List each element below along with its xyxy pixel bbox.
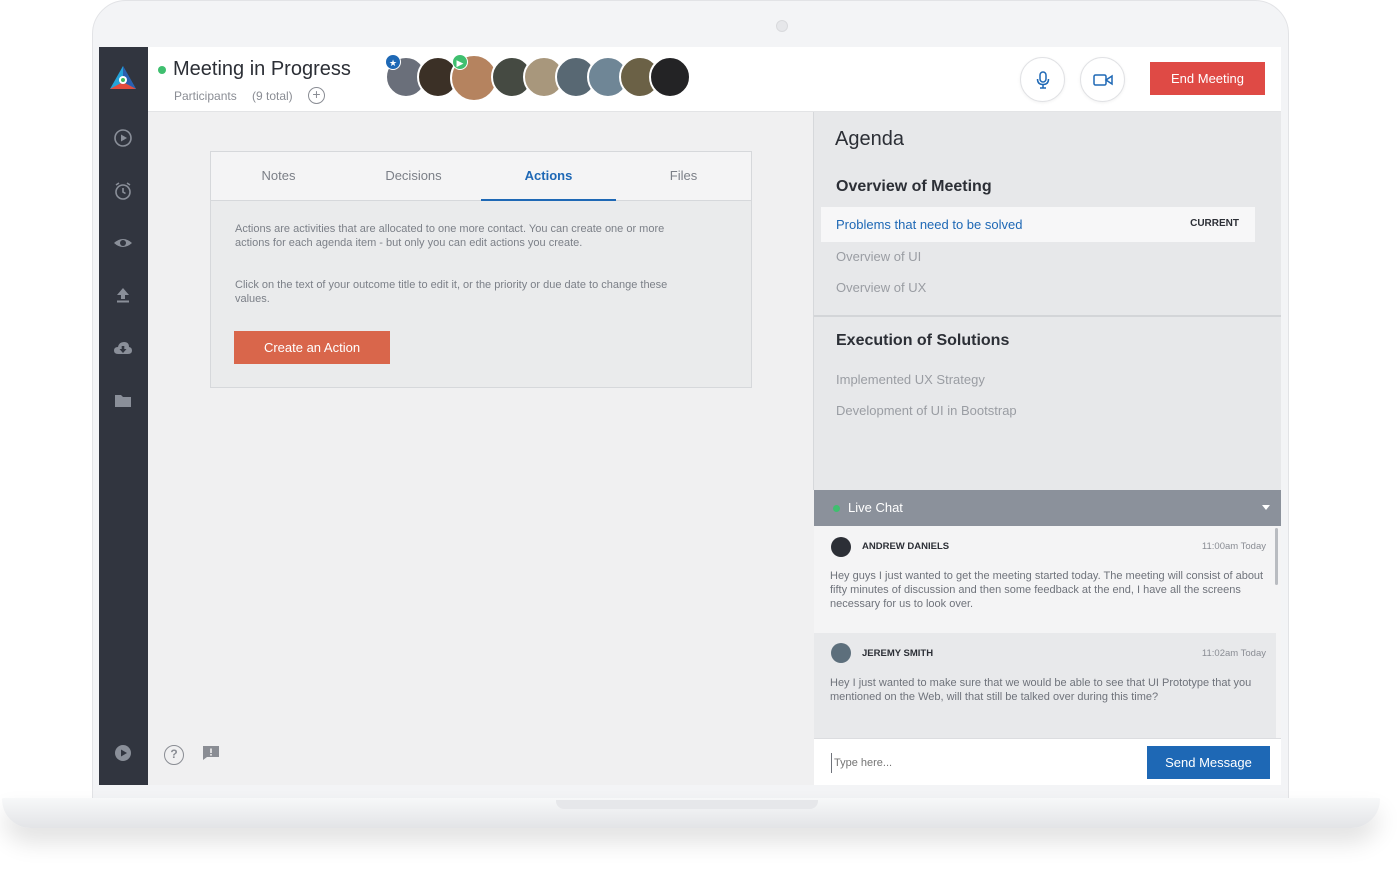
meeting-status-dot	[158, 66, 166, 74]
play-circle-icon[interactable]	[113, 128, 133, 148]
agenda-divider	[814, 315, 1281, 317]
microphone-button[interactable]	[1020, 57, 1065, 102]
folder-icon[interactable]	[113, 391, 133, 411]
participants-count: (9 total)	[252, 89, 293, 103]
agenda-section-title[interactable]: Execution of Solutions	[836, 332, 1009, 350]
agenda-item[interactable]: Overview of UX	[836, 280, 926, 295]
chat-sender-name: JEREMY SMITH	[862, 648, 934, 659]
chat-message-input[interactable]	[831, 753, 1131, 773]
chat-message-text: Hey I just wanted to make sure that we w…	[830, 677, 1252, 703]
current-badge: CURRENT	[1190, 218, 1239, 229]
upload-icon[interactable]	[113, 285, 133, 305]
eye-icon[interactable]	[113, 233, 133, 253]
chevron-down-icon[interactable]	[1262, 505, 1270, 510]
chat-timestamp: 11:00am Today	[1201, 541, 1266, 552]
create-action-button[interactable]: Create an Action	[234, 331, 390, 364]
feedback-icon[interactable]	[202, 745, 220, 761]
laptop-camera	[776, 20, 788, 32]
agenda-current-item[interactable]: Problems that need to be solved CURRENT	[821, 207, 1255, 242]
tab-notes[interactable]: Notes	[211, 152, 346, 201]
tab-files[interactable]: Files	[616, 152, 751, 201]
tab-bar: Notes Decisions Actions Files	[211, 152, 751, 201]
laptop-base-notch	[556, 800, 818, 809]
sidebar	[99, 47, 148, 785]
participant-avatars: ★ ▶	[385, 54, 695, 102]
tab-decisions[interactable]: Decisions	[346, 152, 481, 201]
chat-message: JEREMY SMITH 11:02am Today Hey I just wa…	[814, 633, 1276, 738]
help-icon[interactable]: ?	[164, 745, 184, 765]
actions-card: Notes Decisions Actions Files Actions ar…	[210, 151, 752, 388]
avatar	[831, 537, 851, 557]
star-icon: ★	[385, 54, 401, 70]
avatar	[831, 643, 851, 663]
tab-actions[interactable]: Actions	[481, 152, 616, 201]
agenda-item[interactable]: Overview of UI	[836, 249, 921, 264]
agenda-item-label: Problems that need to be solved	[836, 217, 1023, 232]
cloud-download-icon[interactable]	[113, 338, 133, 358]
chat-message: ANDREW DANIELS 11:00am Today Hey guys I …	[814, 526, 1276, 633]
agenda-panel: Agenda Overview of Meeting Problems that…	[813, 112, 1281, 490]
avatar[interactable]	[649, 56, 691, 98]
meeting-header: Meeting in Progress Participants (9 tota…	[148, 47, 1281, 112]
microphone-icon	[1036, 70, 1049, 89]
chat-messages: ANDREW DANIELS 11:00am Today Hey guys I …	[814, 526, 1281, 738]
agenda-item[interactable]: Implemented UX Strategy	[836, 372, 985, 387]
actions-edit-hint: Click on the text of your outcome title …	[235, 279, 668, 305]
agenda-title: Agenda	[835, 128, 904, 150]
end-meeting-button[interactable]: End Meeting	[1150, 62, 1265, 95]
actions-description: Actions are activities that are allocate…	[235, 223, 665, 249]
play-icon: ▶	[452, 54, 468, 70]
app-logo-icon[interactable]	[108, 64, 138, 94]
add-participant-button[interactable]: +	[308, 87, 325, 104]
live-chat-header[interactable]: Live Chat	[814, 490, 1281, 526]
chat-sender-name: ANDREW DANIELS	[862, 541, 950, 552]
participants-label: Participants	[174, 89, 237, 103]
app-screen: Meeting in Progress Participants (9 tota…	[99, 47, 1281, 785]
play-circle-filled-icon[interactable]	[113, 743, 133, 763]
chat-scrollbar[interactable]	[1275, 528, 1278, 585]
agenda-section-title[interactable]: Overview of Meeting	[836, 178, 992, 196]
video-camera-button[interactable]	[1080, 57, 1125, 102]
alarm-clock-icon[interactable]	[113, 181, 133, 201]
agenda-item[interactable]: Development of UI in Bootstrap	[836, 403, 1017, 418]
page-title: Meeting in Progress	[173, 58, 351, 80]
chat-message-text: Hey guys I just wanted to get the meetin…	[830, 570, 1264, 610]
chat-input-row: Send Message	[814, 738, 1281, 785]
video-camera-icon	[1092, 73, 1113, 86]
send-message-button[interactable]: Send Message	[1147, 746, 1270, 779]
chat-status-dot	[833, 505, 840, 512]
chat-timestamp: 11:02am Today	[1201, 648, 1266, 659]
live-chat-title: Live Chat	[848, 500, 903, 515]
